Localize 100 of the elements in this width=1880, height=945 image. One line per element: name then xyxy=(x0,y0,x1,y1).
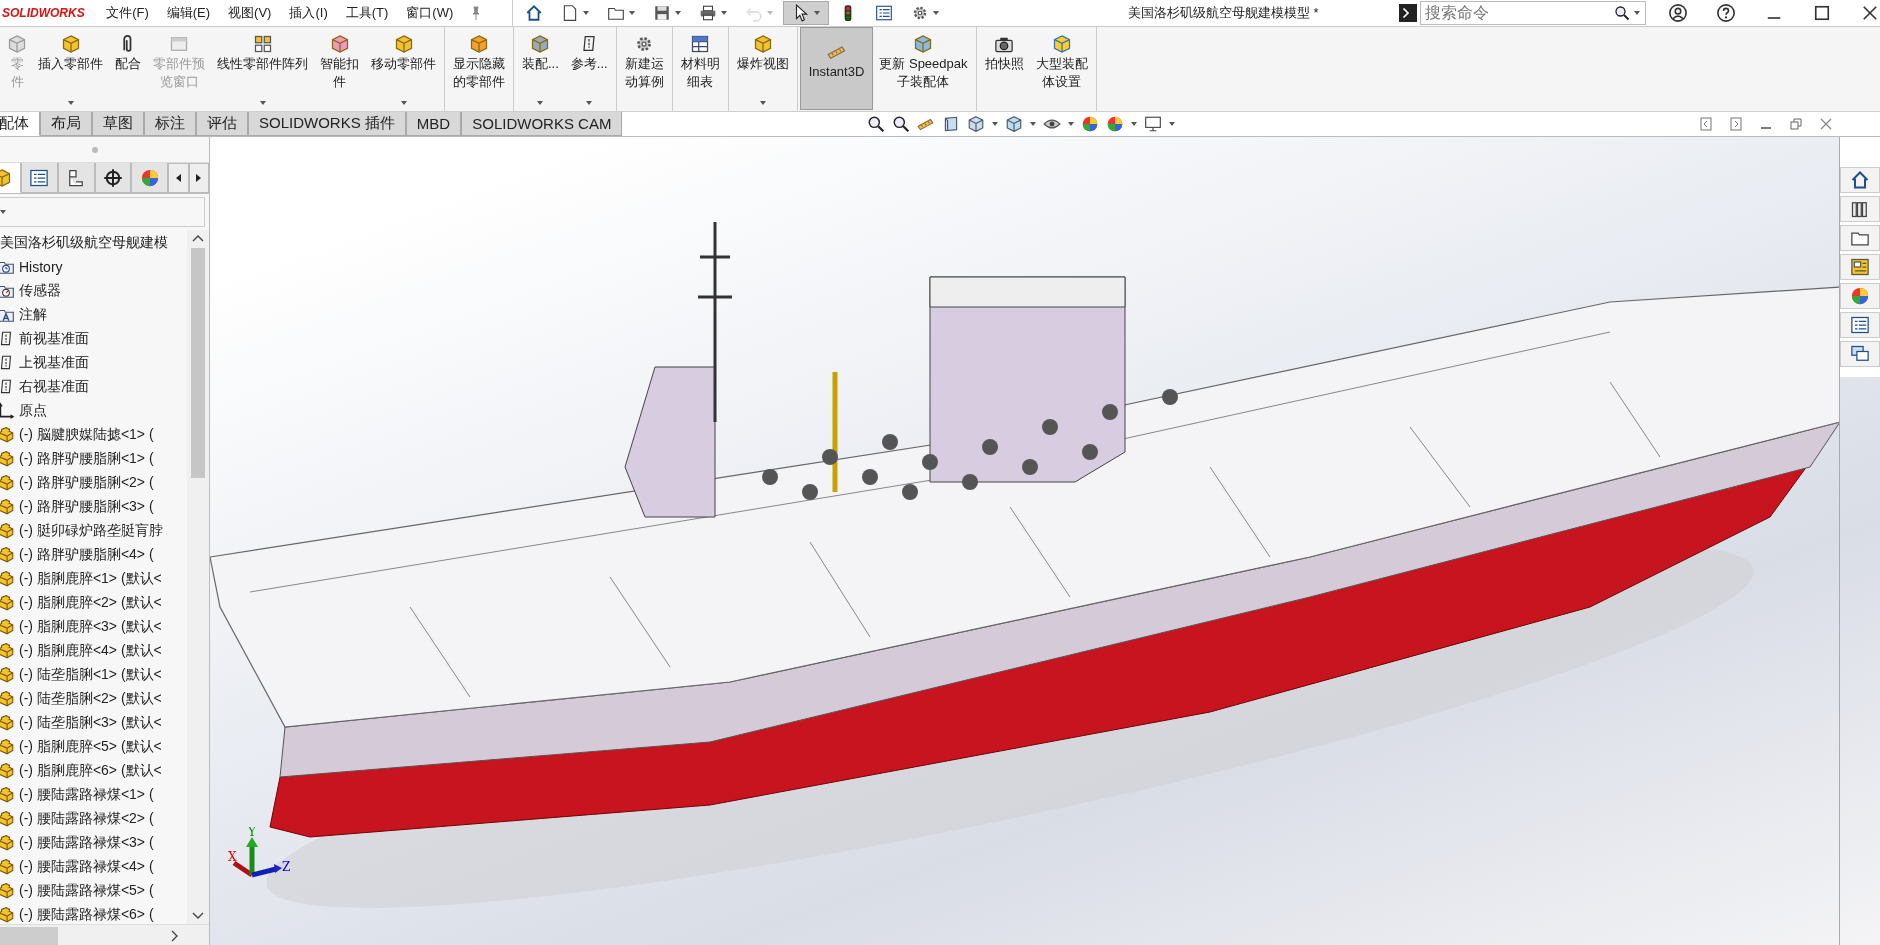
tree-item[interactable]: 前视基准面 xyxy=(0,327,187,351)
color-ball-icon[interactable] xyxy=(1106,115,1125,133)
tree-item[interactable]: (-) 脳腱腴媒陆摅<1> ( xyxy=(0,423,187,447)
tab[interactable]: SOLIDWORKS CAM xyxy=(461,112,623,136)
tree-item[interactable]: 原点 xyxy=(0,399,187,423)
panel-tab[interactable] xyxy=(57,163,95,193)
scroll-right-button[interactable] xyxy=(188,163,209,193)
chevron-up-icon[interactable] xyxy=(192,234,204,244)
tree-item[interactable]: 注解 xyxy=(0,303,187,327)
filter-field[interactable] xyxy=(0,197,205,227)
tree-item[interactable]: (-) 脡卯碌炉路垄脡肓脖 xyxy=(0,519,187,543)
scrollbar-thumb[interactable] xyxy=(191,248,205,478)
tree-item[interactable]: (-) 陆垄脂脷<3> (默认< xyxy=(0,711,187,735)
command-button[interactable]: 更新 Speedpak 子装配体 xyxy=(873,27,974,110)
part-icon xyxy=(0,762,15,780)
tree-item[interactable]: (-) 路胖驴腰脂脷<2> ( xyxy=(0,471,187,495)
tree-item[interactable]: (-) 腰陆露路禄煤<1> ( xyxy=(0,783,187,807)
command-button[interactable]: 移动零部件 xyxy=(365,27,442,110)
cube-icon[interactable] xyxy=(1005,115,1024,133)
tab[interactable]: 草图 xyxy=(92,112,144,136)
task-pane-tab[interactable] xyxy=(1840,283,1880,309)
tree-item[interactable]: (-) 腰陆露路禄煤<4> ( xyxy=(0,855,187,879)
menu-item[interactable]: 编辑(E) xyxy=(157,4,220,22)
menu-item[interactable]: 文件(F) xyxy=(97,4,158,22)
command-button[interactable]: 显示隐藏 的零部件 xyxy=(447,27,511,110)
command-button[interactable]: 参考... xyxy=(564,27,614,110)
tree-item[interactable]: (-) 路胖驴腰脂脷<1> ( xyxy=(0,447,187,471)
tree-item[interactable]: (-) 陆垄脂脷<1> (默认< xyxy=(0,663,187,687)
restore-icon[interactable] xyxy=(1788,116,1804,132)
panel-tab[interactable] xyxy=(94,163,132,193)
help-icon[interactable] xyxy=(1716,3,1736,23)
search-field[interactable]: 搜索命令 xyxy=(1420,1,1646,25)
task-pane-tab[interactable] xyxy=(1840,254,1880,280)
tab[interactable]: 评估 xyxy=(196,112,248,136)
part-icon xyxy=(0,906,15,924)
task-pane-tab[interactable] xyxy=(1840,167,1880,193)
tree-item[interactable]: (-) 腰陆露路禄煤<2> ( xyxy=(0,807,187,831)
tree-item[interactable]: (-) 脂脷鹿脺<3> (默认< xyxy=(0,615,187,639)
part-icon xyxy=(0,522,15,540)
tree-item[interactable]: (-) 路胖驴腰脂脷<4> ( xyxy=(0,543,187,567)
cube-icon xyxy=(7,34,27,54)
account-icon[interactable] xyxy=(1668,3,1688,23)
tree-item[interactable]: (-) 腰陆露路禄煤<5> ( xyxy=(0,879,187,903)
menu-item[interactable]: 插入(I) xyxy=(280,4,337,22)
scrollbar-thumb[interactable] xyxy=(0,927,58,945)
tab[interactable]: MBD xyxy=(405,112,462,136)
chevron-down-icon[interactable] xyxy=(192,910,204,920)
panel-tab[interactable] xyxy=(20,163,58,193)
command-button[interactable]: 线性零部件阵列 xyxy=(211,27,314,110)
tree-item[interactable]: 美国洛杉矶级航空母舰建模 xyxy=(0,231,187,255)
toolbar-button[interactable] xyxy=(783,1,830,25)
command-button[interactable]: 配合 xyxy=(109,27,147,110)
menu-item[interactable]: 工具(T) xyxy=(336,4,398,22)
monitor-icon[interactable] xyxy=(1144,115,1163,133)
command-button[interactable]: 装配... xyxy=(516,27,565,110)
tree-item[interactable]: (-) 腰陆露路禄煤<6> ( xyxy=(0,903,187,924)
tree-item[interactable]: History xyxy=(0,255,187,279)
tree-item[interactable]: (-) 腰陆露路禄煤<3> ( xyxy=(0,831,187,855)
tree-item[interactable]: (-) 脂脷鹿脺<5> (默认< xyxy=(0,735,187,759)
command-button[interactable]: 智能扣 件 xyxy=(314,27,365,110)
color-ball-icon[interactable] xyxy=(1081,115,1100,133)
command-button[interactable]: 插入零部件 xyxy=(32,27,109,110)
tree-item[interactable]: (-) 路胖驴腰脂脷<3> ( xyxy=(0,495,187,519)
tree-item[interactable]: (-) 脂脷鹿脺<6> (默认< xyxy=(0,759,187,783)
tab[interactable]: 配体 xyxy=(0,112,40,136)
tree-item[interactable]: (-) 脂脷鹿脺<4> (默认< xyxy=(0,639,187,663)
command-button[interactable]: Instant3D xyxy=(799,27,874,110)
task-pane-tab[interactable] xyxy=(1840,225,1880,251)
command-button[interactable]: 爆炸视图 xyxy=(730,27,795,110)
zoom-icon[interactable] xyxy=(867,115,886,133)
cube-icon[interactable] xyxy=(967,115,986,133)
tree-item[interactable]: 右视基准面 xyxy=(0,375,187,399)
menu-item[interactable]: 视图(V) xyxy=(219,4,281,22)
tree-item[interactable]: (-) 脂脷鹿脺<1> (默认< xyxy=(0,567,187,591)
scroll-left-button[interactable] xyxy=(168,163,189,193)
caret-icon xyxy=(1634,11,1640,15)
chevron-right-icon[interactable] xyxy=(169,930,179,942)
zoom-area-icon[interactable] xyxy=(892,115,911,133)
menu-item[interactable]: 窗口(W) xyxy=(397,4,463,22)
command-button[interactable]: 大型装配 体设置 xyxy=(1029,27,1094,110)
command-button[interactable]: 拍快照 xyxy=(978,27,1030,110)
tab[interactable]: 布局 xyxy=(40,112,92,136)
tree-item[interactable]: (-) 脂脷鹿脺<2> (默认< xyxy=(0,591,187,615)
collapse-handle[interactable] xyxy=(91,146,98,153)
task-pane-tab[interactable] xyxy=(1840,341,1880,367)
task-pane-tab[interactable] xyxy=(1840,312,1880,338)
command-button[interactable]: 材料明 细表 xyxy=(674,27,726,110)
tree-item[interactable]: (-) 陆垄脂脷<2> (默认< xyxy=(0,687,187,711)
maximize-icon[interactable] xyxy=(1812,3,1832,23)
command-button[interactable]: 新建运 动算例 xyxy=(618,27,670,110)
terminal-icon xyxy=(1399,4,1417,22)
tab[interactable]: 标注 xyxy=(144,112,196,136)
tree-item[interactable]: 上视基准面 xyxy=(0,351,187,375)
tab[interactable]: SOLIDWORKS 插件 xyxy=(248,112,406,136)
task-pane-tab[interactable] xyxy=(1840,196,1880,222)
close-icon[interactable] xyxy=(1860,3,1880,23)
tile-right-icon[interactable] xyxy=(1728,116,1744,132)
cube-icon xyxy=(913,34,934,54)
tile-left-icon[interactable] xyxy=(1698,116,1714,132)
tree-item[interactable]: 传感器 xyxy=(0,279,187,303)
